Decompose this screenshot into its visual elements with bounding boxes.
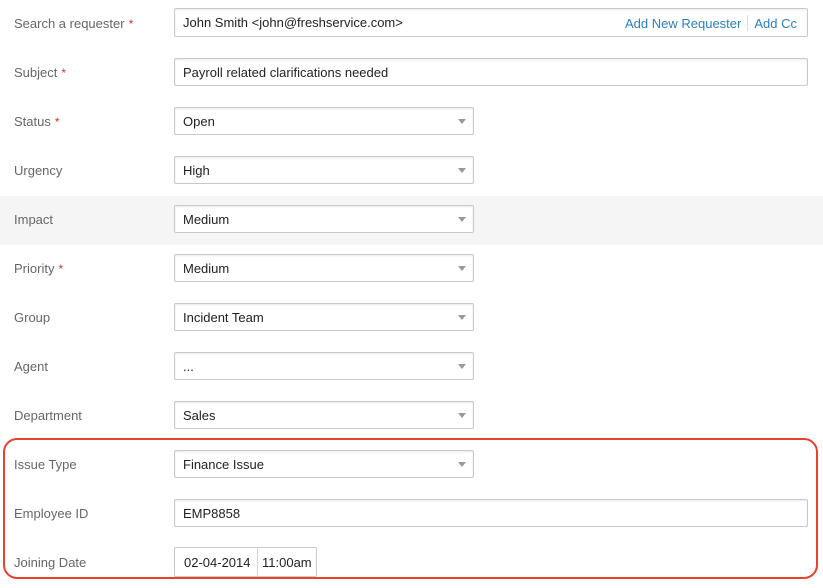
- requester-search-input[interactable]: John Smith <john@freshservice.com> Add N…: [174, 8, 808, 37]
- date-value: 02-04-2014: [184, 555, 251, 570]
- date-input[interactable]: 02-04-2014: [175, 548, 258, 576]
- requester-label-wrap: Search a requester *: [14, 16, 133, 31]
- employee-id-label: Employee ID: [14, 506, 89, 521]
- subject-value: Payroll related clarifications needed: [183, 65, 389, 80]
- impact-label: Impact: [14, 212, 54, 227]
- dropdown-arrow-icon: [458, 217, 466, 222]
- status-value: Open: [183, 114, 215, 129]
- employee-id-row: Employee ID EMP8858: [0, 490, 823, 539]
- subject-input[interactable]: Payroll related clarifications needed: [174, 58, 808, 86]
- time-value: 11:00am: [262, 555, 312, 570]
- employee-id-input[interactable]: EMP8858: [174, 499, 808, 527]
- joining-date-label: Joining Date: [14, 555, 87, 570]
- agent-value: ...: [183, 359, 194, 374]
- status-row: Status * Open: [0, 98, 823, 147]
- priority-row: Priority * Medium: [0, 245, 823, 294]
- issue-type-select[interactable]: Finance Issue: [174, 450, 474, 478]
- subject-label-wrap: Subject *: [14, 65, 66, 80]
- requester-label: Search a requester: [14, 16, 125, 31]
- department-select[interactable]: Sales: [174, 401, 474, 429]
- issue-type-value: Finance Issue: [183, 457, 264, 472]
- group-value: Incident Team: [183, 310, 264, 325]
- dropdown-arrow-icon: [458, 413, 466, 418]
- status-label: Status: [14, 114, 51, 129]
- priority-label-wrap: Priority *: [14, 261, 63, 276]
- group-label: Group: [14, 310, 51, 325]
- required-mark: *: [128, 17, 134, 31]
- impact-select[interactable]: Medium: [174, 205, 474, 233]
- status-select[interactable]: Open: [174, 107, 474, 135]
- add-new-requester-link[interactable]: Add New Requester: [625, 16, 741, 31]
- group-row: Group Incident Team: [0, 294, 823, 343]
- dropdown-arrow-icon: [458, 266, 466, 271]
- requester-value: John Smith <john@freshservice.com>: [183, 15, 403, 30]
- requester-row: Search a requester * John Smith <john@fre…: [0, 0, 823, 49]
- issue-type-row: Issue Type Finance Issue: [0, 441, 823, 490]
- subject-row: Subject * Payroll related clarifications …: [0, 49, 823, 98]
- ticket-form: Search a requester * John Smith <john@fre…: [0, 0, 823, 587]
- status-label-wrap: Status *: [14, 114, 60, 129]
- priority-value: Medium: [183, 261, 230, 276]
- issue-type-label: Issue Type: [14, 457, 77, 472]
- required-mark: *: [61, 66, 67, 80]
- requester-links: Add New Requester Add Cc: [625, 15, 797, 31]
- agent-row: Agent ...: [0, 343, 823, 392]
- dropdown-arrow-icon: [458, 315, 466, 320]
- urgency-row: Urgency High: [0, 147, 823, 196]
- department-value: Sales: [183, 408, 216, 423]
- required-mark: *: [54, 115, 60, 129]
- agent-select[interactable]: ...: [174, 352, 474, 380]
- department-row: Department Sales: [0, 392, 823, 441]
- group-select[interactable]: Incident Team: [174, 303, 474, 331]
- priority-select[interactable]: Medium: [174, 254, 474, 282]
- joining-date-picker: 02-04-2014 11:00am: [174, 547, 317, 577]
- urgency-select[interactable]: High: [174, 156, 474, 184]
- joining-date-row: Joining Date 02-04-2014 11:00am: [0, 539, 823, 588]
- urgency-value: High: [183, 163, 210, 178]
- link-divider: [747, 15, 749, 31]
- priority-label: Priority: [14, 261, 55, 276]
- department-label: Department: [14, 408, 82, 423]
- dropdown-arrow-icon: [458, 119, 466, 124]
- impact-value: Medium: [183, 212, 230, 227]
- dropdown-arrow-icon: [458, 462, 466, 467]
- add-cc-link[interactable]: Add Cc: [754, 16, 797, 31]
- impact-row: Impact Medium: [0, 196, 823, 245]
- dropdown-arrow-icon: [458, 364, 466, 369]
- agent-label: Agent: [14, 359, 48, 374]
- urgency-label: Urgency: [14, 163, 63, 178]
- subject-label: Subject: [14, 65, 58, 80]
- required-mark: *: [58, 262, 64, 276]
- dropdown-arrow-icon: [458, 168, 466, 173]
- employee-id-value: EMP8858: [183, 506, 241, 521]
